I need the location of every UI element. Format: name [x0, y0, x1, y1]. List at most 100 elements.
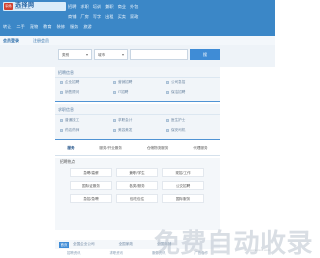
nav-row-2: 商铺 厂房 写字 出租 买卖 家政	[68, 14, 138, 20]
recruit-item[interactable]: 销售顾问	[60, 90, 113, 95]
jobseek-item-label: 药店药师	[65, 128, 80, 132]
tab-logistics[interactable]: 仓储物流服务	[147, 146, 169, 151]
tab-opening-service[interactable]: 服务/开业服务	[99, 146, 122, 151]
nav-link[interactable]: 外包	[130, 4, 138, 10]
jobseek-item[interactable]: 医生护士	[166, 118, 219, 123]
recruit-item-label: 保洁招聘	[171, 90, 186, 94]
nav-link[interactable]: 宠物	[30, 24, 38, 30]
recruit-panel-title: 招聘信息	[58, 70, 74, 75]
chevron-down-icon	[122, 54, 124, 56]
nav-link[interactable]: 写字	[93, 14, 101, 20]
nav-link[interactable]: 二手	[16, 24, 24, 30]
jobseek-item[interactable]: 保安司机	[166, 128, 219, 133]
checkbox-icon	[166, 129, 169, 132]
panel-underline	[55, 101, 220, 102]
panel-underline	[55, 139, 220, 140]
checkbox-icon	[113, 129, 116, 132]
recruit-item-label: 企业招聘	[65, 80, 80, 84]
recruit-grid: 企业招聘 营销招聘 公司急招 销售顾问 IT招聘 保洁招聘	[60, 80, 219, 95]
jobseek-item-label: 普通技工	[65, 118, 80, 122]
search-input[interactable]	[130, 49, 188, 60]
search-button[interactable]: 搜	[190, 49, 220, 60]
hot-topic-button[interactable]: 各类/服务	[116, 181, 158, 190]
tab-agency[interactable]: 代理服务	[193, 146, 207, 151]
hot-topic-button[interactable]: 国际证服务	[70, 181, 112, 190]
tabs-divider	[55, 155, 220, 156]
bottom-link[interactable]: 全国企业公司	[73, 242, 95, 247]
checkbox-icon	[60, 81, 63, 84]
nav-link[interactable]: 招聘	[68, 4, 76, 10]
watermark-url: www.xxxx.com	[250, 248, 270, 252]
nav-link[interactable]: 兼职	[105, 4, 113, 10]
checkbox-icon	[113, 81, 116, 84]
recruit-item[interactable]: 营销招聘	[113, 80, 166, 85]
nav-link[interactable]: 教育	[43, 24, 51, 30]
hot-topic-button[interactable]: 现招/工作	[162, 168, 204, 177]
register-link[interactable]: 注册会员	[33, 38, 49, 44]
jobseek-item-label: 求职会计	[118, 118, 133, 122]
category-select[interactable]: 类别	[58, 49, 92, 60]
login-link[interactable]: 会员登录	[3, 38, 19, 44]
footer-link[interactable]: 求职资讯	[109, 250, 123, 258]
recruit-item-label: IT招聘	[118, 90, 129, 94]
nav-link[interactable]: 商业	[118, 4, 126, 10]
recruit-item-label: 公司急招	[171, 80, 186, 84]
category-select-value: 类别	[62, 53, 70, 57]
hot-topic-button[interactable]: 包吃包住	[116, 194, 158, 203]
nav-link[interactable]: 买卖	[118, 14, 126, 20]
nav-link[interactable]: 服务	[70, 24, 78, 30]
service-tabs: 服务 服务/开业服务 仓储物流服务 代理服务	[55, 142, 220, 155]
nav-row-1: 招聘 求职 培训 兼职 商业 外包	[68, 4, 138, 10]
checkbox-icon	[166, 81, 169, 84]
recruit-item-label: 销售顾问	[65, 90, 80, 94]
chevron-down-icon	[86, 54, 88, 56]
divider	[55, 77, 220, 78]
site-header: 职场 选择网 www.xuanze.com 招聘 求职 培训 兼职 商业 外包 …	[0, 0, 275, 36]
logo-mark: 职场	[4, 3, 13, 10]
tab-service[interactable]: 服务	[67, 146, 74, 151]
nav-link[interactable]: 出租	[105, 14, 113, 20]
nav-link[interactable]: 求职	[80, 4, 88, 10]
nav-link[interactable]: 厂房	[80, 14, 88, 20]
hot-topics: 招聘热点 急聘/高薪 兼职/学生 现招/工作 国际证服务 各类/服务 公交招聘 …	[55, 158, 220, 230]
nav-link[interactable]: 商铺	[68, 14, 76, 20]
recruit-item[interactable]: IT招聘	[113, 90, 166, 95]
recruit-item[interactable]: 保洁招聘	[166, 90, 219, 95]
jobseek-panel-title: 求职信息	[58, 107, 74, 112]
search-form: 类别 城市 搜	[58, 49, 220, 60]
city-select-value: 城市	[98, 53, 106, 57]
nav-link[interactable]: 培训	[93, 4, 101, 10]
recruit-panel: 招聘信息 企业招聘 营销招聘 公司急招 销售顾问 IT招聘 保洁招聘	[55, 67, 220, 102]
footer-link[interactable]: 招聘资讯	[67, 250, 81, 258]
hot-topic-button[interactable]: 公交招聘	[162, 181, 204, 190]
nav-link[interactable]: 家政	[130, 14, 138, 20]
city-select[interactable]: 城市	[94, 49, 128, 60]
site-logo[interactable]: 职场 选择网 www.xuanze.com	[3, 2, 66, 11]
jobseek-item[interactable]: 普通技工	[60, 118, 113, 123]
jobseek-item[interactable]: 美容美发	[113, 128, 166, 133]
recruit-item[interactable]: 公司急招	[166, 80, 219, 85]
nav-row-3: 转让 二手 宠物 教育 装修 服务 旅游	[3, 24, 92, 30]
nav-link[interactable]: 转让	[3, 24, 11, 30]
home-tag[interactable]: 首页	[59, 241, 69, 248]
jobseek-item-label: 美容美发	[118, 128, 133, 132]
hot-topic-button[interactable]: 急招/急聘	[70, 194, 112, 203]
divider	[55, 114, 220, 115]
hot-topic-button[interactable]: 急聘/高薪	[70, 168, 112, 177]
checkbox-icon	[113, 119, 116, 122]
jobseek-item-label: 医生护士	[171, 118, 186, 122]
nav-link[interactable]: 装修	[57, 24, 65, 30]
recruit-item[interactable]: 企业招聘	[60, 80, 113, 85]
jobseek-item[interactable]: 求职会计	[113, 118, 166, 123]
nav-link[interactable]: 旅游	[83, 24, 91, 30]
watermark: 免费自动收录	[154, 228, 314, 258]
checkbox-icon	[166, 119, 169, 122]
checkbox-icon	[60, 91, 63, 94]
checkbox-icon	[113, 91, 116, 94]
recruit-item-label: 营销招聘	[118, 80, 133, 84]
hot-topic-button[interactable]: 兼职/学生	[116, 168, 158, 177]
jobseek-item[interactable]: 药店药师	[60, 128, 113, 133]
checkbox-icon	[60, 129, 63, 132]
bottom-link[interactable]: 全国家政	[119, 242, 133, 247]
hot-topic-button[interactable]: 国际服务	[162, 194, 204, 203]
